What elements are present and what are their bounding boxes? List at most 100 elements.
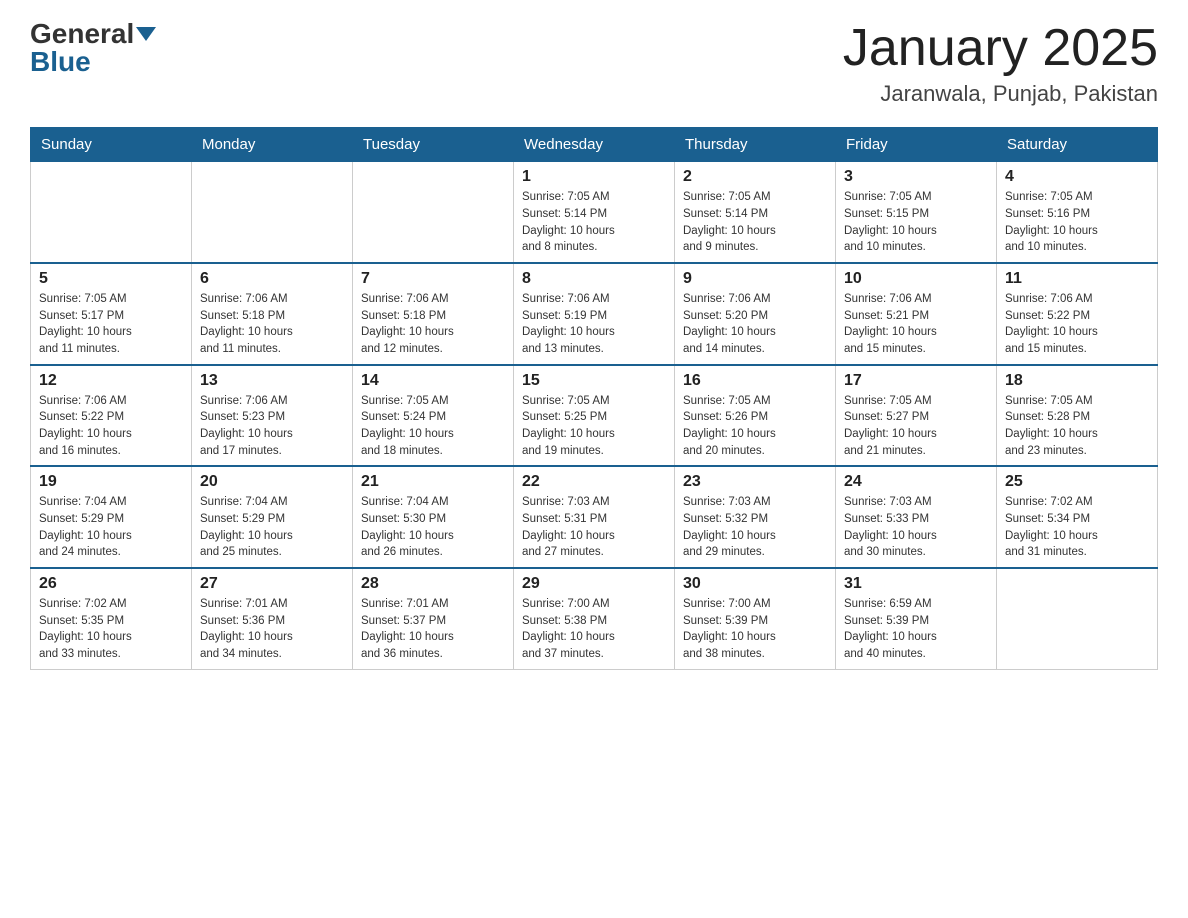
day-number: 25 xyxy=(1005,473,1149,491)
day-number: 14 xyxy=(361,372,505,390)
day-number: 24 xyxy=(844,473,988,491)
logo-general: General xyxy=(30,20,156,48)
table-row: 7Sunrise: 7:06 AMSunset: 5:18 PMDaylight… xyxy=(353,263,514,365)
col-tuesday: Tuesday xyxy=(353,128,514,162)
day-info: Sunrise: 6:59 AMSunset: 5:39 PMDaylight:… xyxy=(844,596,988,663)
table-row: 19 Sunrise: 7:04 AMSunset: 5:29 PMDayligh… xyxy=(31,466,192,568)
day-number: 19 xyxy=(39,473,183,491)
day-info: Sunrise: 7:02 AMSunset: 5:35 PMDaylight:… xyxy=(39,596,183,663)
table-row xyxy=(353,162,514,263)
day-info: Sunrise: 7:05 AMSunset: 5:17 PMDaylight:… xyxy=(39,291,183,358)
day-info: Sunrise: 7:05 AMSunset: 5:15 PMDaylight:… xyxy=(844,189,988,256)
day-info: Sunrise: 7:01 AMSunset: 5:36 PMDaylight:… xyxy=(200,596,344,663)
day-number: 10 xyxy=(844,270,988,288)
day-number: 29 xyxy=(522,575,666,593)
table-row: 18Sunrise: 7:05 AMSunset: 5:28 PMDayligh… xyxy=(997,365,1158,467)
table-row: 5Sunrise: 7:05 AMSunset: 5:17 PMDaylight… xyxy=(31,263,192,365)
day-number: 8 xyxy=(522,270,666,288)
table-row: 30Sunrise: 7:00 AMSunset: 5:39 PMDayligh… xyxy=(675,568,836,669)
table-row: 31 Sunrise: 6:59 AMSunset: 5:39 PMDayligh… xyxy=(836,568,997,669)
day-number: 23 xyxy=(683,473,827,491)
day-info: Sunrise: 7:03 AMSunset: 5:32 PMDaylight:… xyxy=(683,494,827,561)
day-info: Sunrise: 7:06 AMSunset: 5:22 PMDaylight:… xyxy=(1005,291,1149,358)
table-row: 2Sunrise: 7:05 AMSunset: 5:14 PMDaylight… xyxy=(675,162,836,263)
table-row: 4 Sunrise: 7:05 AMSunset: 5:16 PMDaylight… xyxy=(997,162,1158,263)
day-number: 15 xyxy=(522,372,666,390)
day-info: Sunrise: 7:05 AMSunset: 5:25 PMDaylight:… xyxy=(522,393,666,460)
table-row: 14 Sunrise: 7:05 AMSunset: 5:24 PMDayligh… xyxy=(353,365,514,467)
table-row: 17Sunrise: 7:05 AMSunset: 5:27 PMDayligh… xyxy=(836,365,997,467)
day-info: Sunrise: 7:00 AMSunset: 5:39 PMDaylight:… xyxy=(683,596,827,663)
day-number: 11 xyxy=(1005,270,1149,288)
table-row: 15 Sunrise: 7:05 AMSunset: 5:25 PMDayligh… xyxy=(514,365,675,467)
table-row: 11 Sunrise: 7:06 AMSunset: 5:22 PMDayligh… xyxy=(997,263,1158,365)
day-info: Sunrise: 7:05 AMSunset: 5:16 PMDaylight:… xyxy=(1005,189,1149,256)
table-row: 26 Sunrise: 7:02 AMSunset: 5:35 PMDayligh… xyxy=(31,568,192,669)
day-info: Sunrise: 7:04 AMSunset: 5:29 PMDaylight:… xyxy=(39,494,183,561)
table-row: 25 Sunrise: 7:02 AMSunset: 5:34 PMDayligh… xyxy=(997,466,1158,568)
table-row: 27 Sunrise: 7:01 AMSunset: 5:36 PMDayligh… xyxy=(192,568,353,669)
col-thursday: Thursday xyxy=(675,128,836,162)
table-row xyxy=(192,162,353,263)
day-number: 13 xyxy=(200,372,344,390)
day-info: Sunrise: 7:02 AMSunset: 5:34 PMDaylight:… xyxy=(1005,494,1149,561)
table-row: 29 Sunrise: 7:00 AMSunset: 5:38 PMDayligh… xyxy=(514,568,675,669)
table-row: 16 Sunrise: 7:05 AMSunset: 5:26 PMDayligh… xyxy=(675,365,836,467)
calendar-week-row: 26 Sunrise: 7:02 AMSunset: 5:35 PMDayligh… xyxy=(31,568,1158,669)
col-saturday: Saturday xyxy=(997,128,1158,162)
day-number: 1 xyxy=(522,168,666,186)
day-info: Sunrise: 7:00 AMSunset: 5:38 PMDaylight:… xyxy=(522,596,666,663)
day-number: 20 xyxy=(200,473,344,491)
table-row: 6 Sunrise: 7:06 AMSunset: 5:18 PMDaylight… xyxy=(192,263,353,365)
day-number: 12 xyxy=(39,372,183,390)
day-info: Sunrise: 7:06 AMSunset: 5:18 PMDaylight:… xyxy=(200,291,344,358)
day-info: Sunrise: 7:06 AMSunset: 5:18 PMDaylight:… xyxy=(361,291,505,358)
title-block: January 2025 Jaranwala, Punjab, Pakistan xyxy=(843,20,1158,107)
day-number: 28 xyxy=(361,575,505,593)
calendar-header-row: Sunday Monday Tuesday Wednesday Thursday… xyxy=(31,128,1158,162)
day-number: 26 xyxy=(39,575,183,593)
col-sunday: Sunday xyxy=(31,128,192,162)
calendar-week-row: 12Sunrise: 7:06 AMSunset: 5:22 PMDayligh… xyxy=(31,365,1158,467)
logo-arrow-icon xyxy=(136,27,156,41)
table-row: 13 Sunrise: 7:06 AMSunset: 5:23 PMDayligh… xyxy=(192,365,353,467)
calendar-week-row: 19 Sunrise: 7:04 AMSunset: 5:29 PMDayligh… xyxy=(31,466,1158,568)
day-info: Sunrise: 7:05 AMSunset: 5:14 PMDaylight:… xyxy=(522,189,666,256)
table-row: 1 Sunrise: 7:05 AMSunset: 5:14 PMDaylight… xyxy=(514,162,675,263)
table-row: 20 Sunrise: 7:04 AMSunset: 5:29 PMDayligh… xyxy=(192,466,353,568)
day-number: 2 xyxy=(683,168,827,186)
table-row xyxy=(997,568,1158,669)
table-row: 3 Sunrise: 7:05 AMSunset: 5:15 PMDaylight… xyxy=(836,162,997,263)
calendar-week-row: 1 Sunrise: 7:05 AMSunset: 5:14 PMDaylight… xyxy=(31,162,1158,263)
table-row: 21Sunrise: 7:04 AMSunset: 5:30 PMDayligh… xyxy=(353,466,514,568)
table-row: 8Sunrise: 7:06 AMSunset: 5:19 PMDaylight… xyxy=(514,263,675,365)
day-number: 6 xyxy=(200,270,344,288)
month-title: January 2025 xyxy=(843,20,1158,77)
calendar-week-row: 5Sunrise: 7:05 AMSunset: 5:17 PMDaylight… xyxy=(31,263,1158,365)
day-number: 27 xyxy=(200,575,344,593)
day-number: 3 xyxy=(844,168,988,186)
col-wednesday: Wednesday xyxy=(514,128,675,162)
table-row: 22Sunrise: 7:03 AMSunset: 5:31 PMDayligh… xyxy=(514,466,675,568)
day-info: Sunrise: 7:04 AMSunset: 5:30 PMDaylight:… xyxy=(361,494,505,561)
day-number: 4 xyxy=(1005,168,1149,186)
calendar-table: Sunday Monday Tuesday Wednesday Thursday… xyxy=(30,127,1158,669)
day-info: Sunrise: 7:05 AMSunset: 5:27 PMDaylight:… xyxy=(844,393,988,460)
day-info: Sunrise: 7:04 AMSunset: 5:29 PMDaylight:… xyxy=(200,494,344,561)
table-row: 9Sunrise: 7:06 AMSunset: 5:20 PMDaylight… xyxy=(675,263,836,365)
day-info: Sunrise: 7:01 AMSunset: 5:37 PMDaylight:… xyxy=(361,596,505,663)
day-info: Sunrise: 7:05 AMSunset: 5:24 PMDaylight:… xyxy=(361,393,505,460)
day-number: 31 xyxy=(844,575,988,593)
table-row: 10 Sunrise: 7:06 AMSunset: 5:21 PMDayligh… xyxy=(836,263,997,365)
day-number: 22 xyxy=(522,473,666,491)
location-title: Jaranwala, Punjab, Pakistan xyxy=(843,81,1158,107)
table-row: 28 Sunrise: 7:01 AMSunset: 5:37 PMDayligh… xyxy=(353,568,514,669)
day-info: Sunrise: 7:06 AMSunset: 5:21 PMDaylight:… xyxy=(844,291,988,358)
day-number: 16 xyxy=(683,372,827,390)
col-friday: Friday xyxy=(836,128,997,162)
day-info: Sunrise: 7:06 AMSunset: 5:23 PMDaylight:… xyxy=(200,393,344,460)
day-info: Sunrise: 7:05 AMSunset: 5:26 PMDaylight:… xyxy=(683,393,827,460)
day-number: 18 xyxy=(1005,372,1149,390)
day-info: Sunrise: 7:06 AMSunset: 5:20 PMDaylight:… xyxy=(683,291,827,358)
table-row: 24Sunrise: 7:03 AMSunset: 5:33 PMDayligh… xyxy=(836,466,997,568)
